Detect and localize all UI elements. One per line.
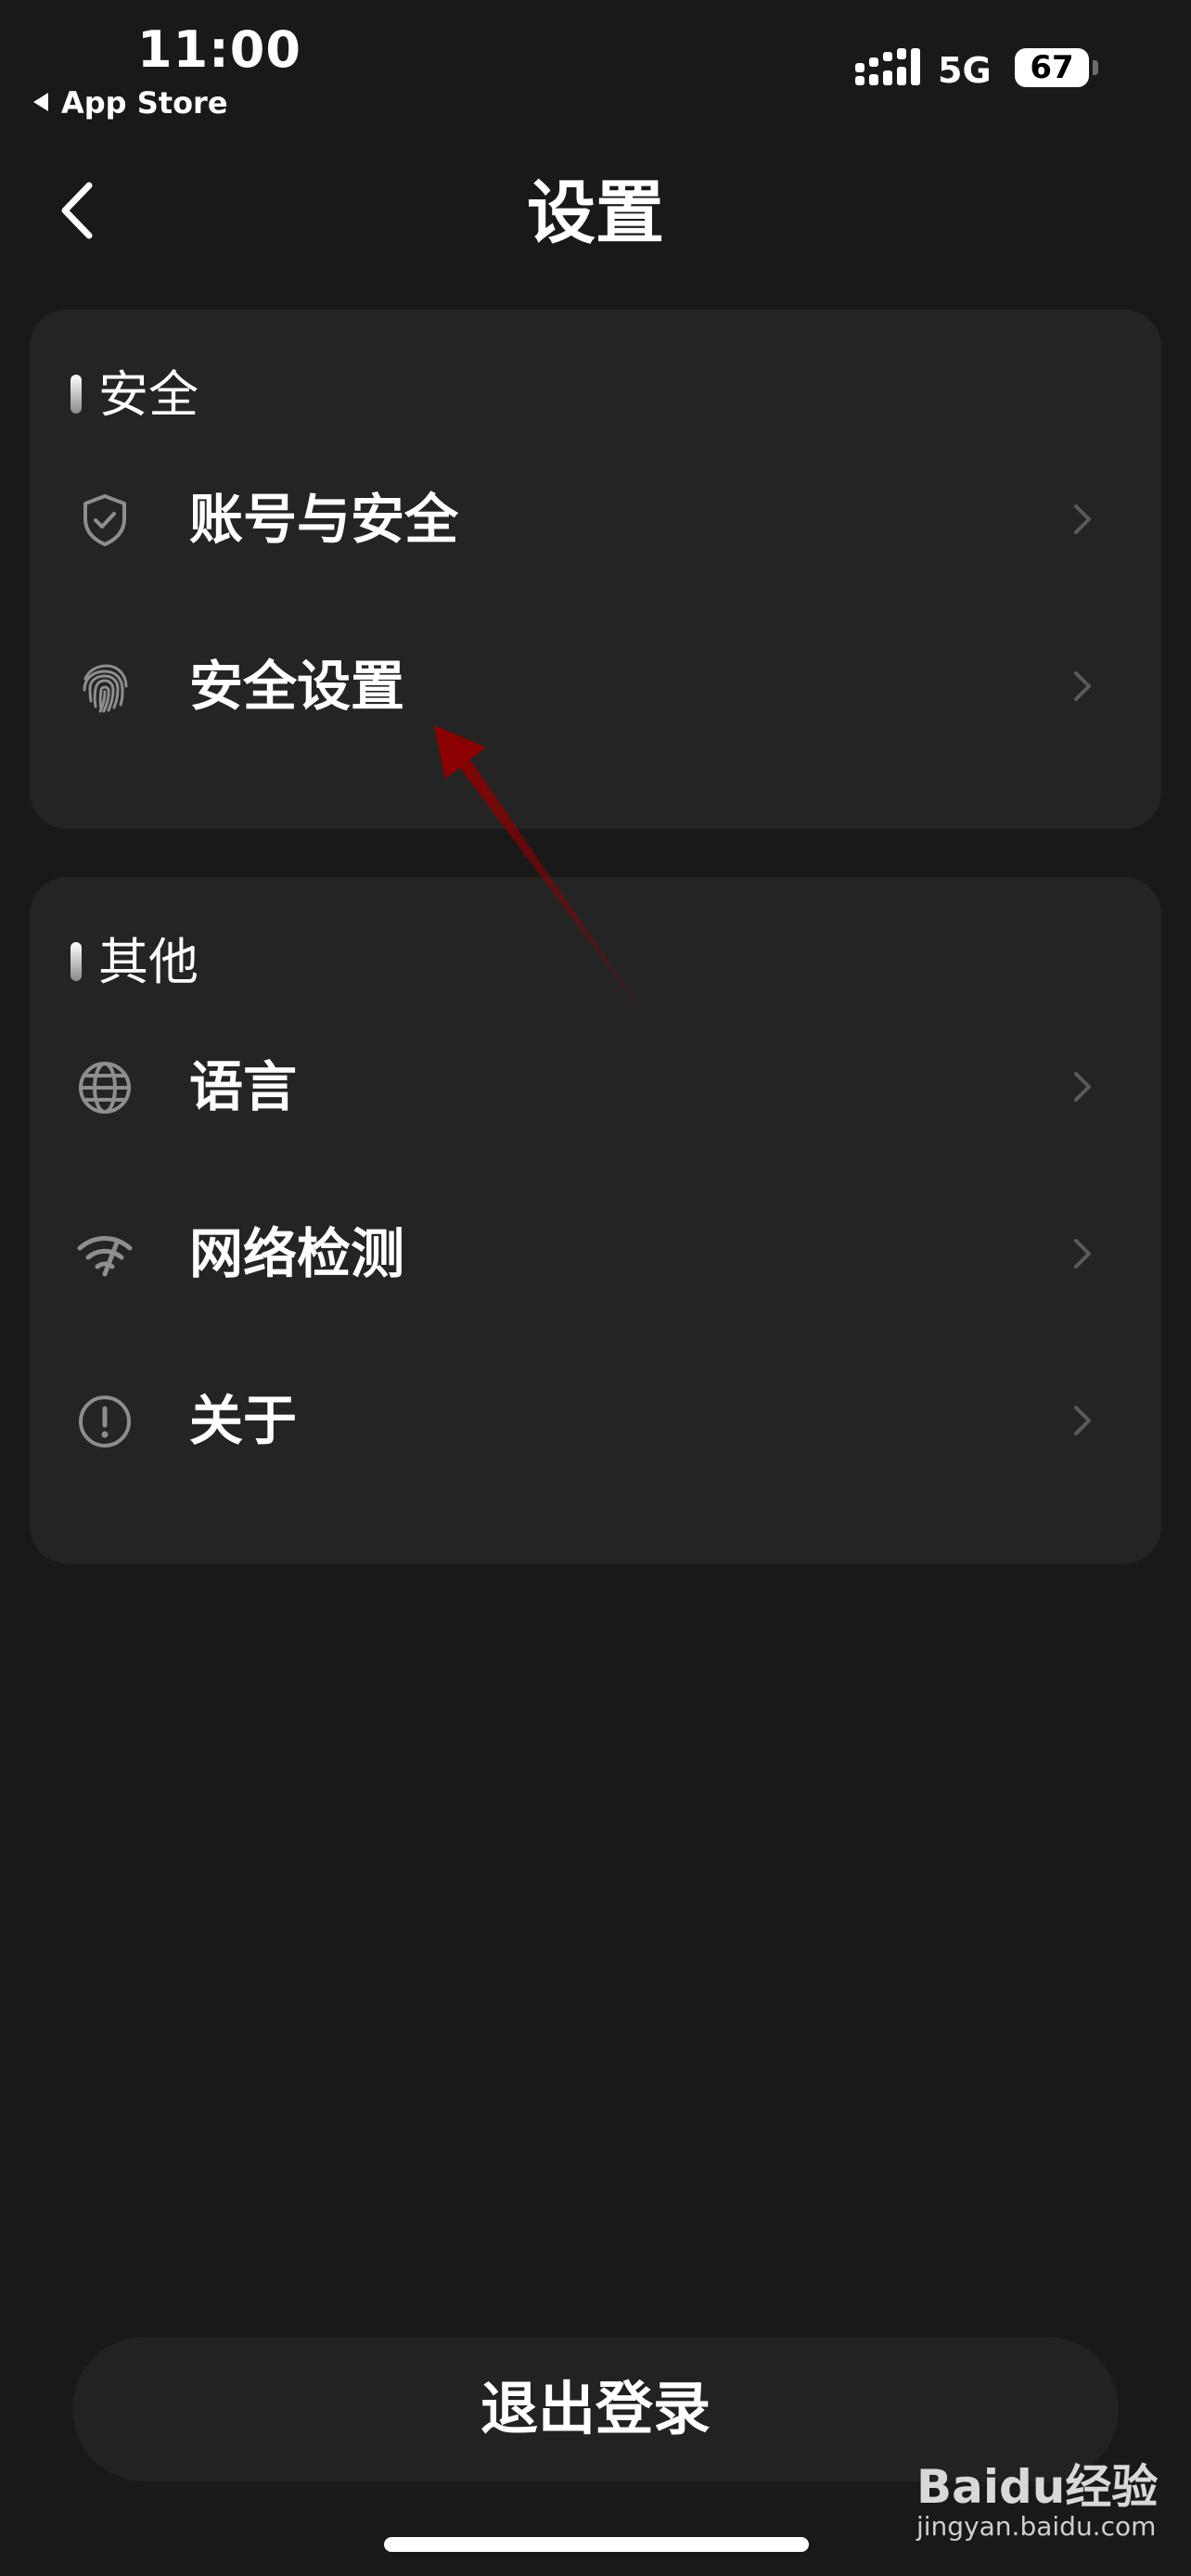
page-title: 设置	[527, 173, 664, 253]
back-to-app-link[interactable]: App Store	[33, 85, 228, 121]
info-exclamation-icon	[79, 1396, 131, 1447]
security-section-card: 安全 账号与安全 安全设置	[30, 310, 1161, 829]
row-network-check[interactable]: 网络检测	[30, 1180, 1161, 1328]
home-indicator[interactable]	[384, 2537, 809, 2552]
row-label: 关于	[189, 1389, 298, 1452]
row-language[interactable]: 语言	[30, 1013, 1161, 1161]
chevron-right-icon	[1074, 671, 1091, 701]
chevron-right-icon	[1074, 504, 1091, 534]
chevron-right-icon	[1074, 1406, 1091, 1435]
shield-check-icon	[83, 494, 126, 546]
network-type: 5G	[938, 50, 992, 91]
chevron-right-icon	[1074, 1072, 1091, 1102]
status-time: 11:00	[137, 20, 301, 79]
navigation-bar: 设置	[0, 158, 1191, 269]
row-label: 安全设置	[189, 655, 405, 718]
section-marker	[70, 942, 82, 981]
baidu-watermark: Baidu经验 jingyan.baidu.com	[916, 2450, 1158, 2552]
back-chevron-icon[interactable]	[52, 178, 108, 243]
section-marker	[70, 375, 82, 414]
back-triangle-icon	[33, 93, 48, 111]
back-app-label: App Store	[61, 85, 228, 121]
battery-level: 67	[1030, 49, 1074, 86]
battery-tip	[1093, 60, 1098, 75]
chevron-right-icon	[1074, 1239, 1091, 1269]
status-bar: 11:00 App Store 5G 67	[0, 0, 1191, 130]
watermark-brand: Baidu经验	[916, 2460, 1159, 2514]
other-section-card: 其他 语言 网络检测 关于	[30, 877, 1161, 1563]
fingerprint-icon	[83, 664, 128, 713]
battery-icon: 67	[1015, 48, 1089, 87]
row-label: 账号与安全	[189, 488, 459, 551]
globe-icon	[79, 1062, 131, 1114]
wifi-speed-icon	[77, 1236, 133, 1277]
row-about[interactable]: 关于	[30, 1346, 1161, 1495]
row-account-security[interactable]: 账号与安全	[30, 445, 1161, 593]
signal-strength-icon	[855, 48, 920, 85]
watermark-url: jingyan.baidu.com	[916, 2511, 1157, 2542]
section-title: 其他	[98, 933, 198, 991]
row-label: 语言	[189, 1055, 298, 1118]
row-security-settings[interactable]: 安全设置	[30, 612, 1161, 760]
section-title: 安全	[98, 365, 198, 424]
row-label: 网络检测	[189, 1222, 405, 1285]
